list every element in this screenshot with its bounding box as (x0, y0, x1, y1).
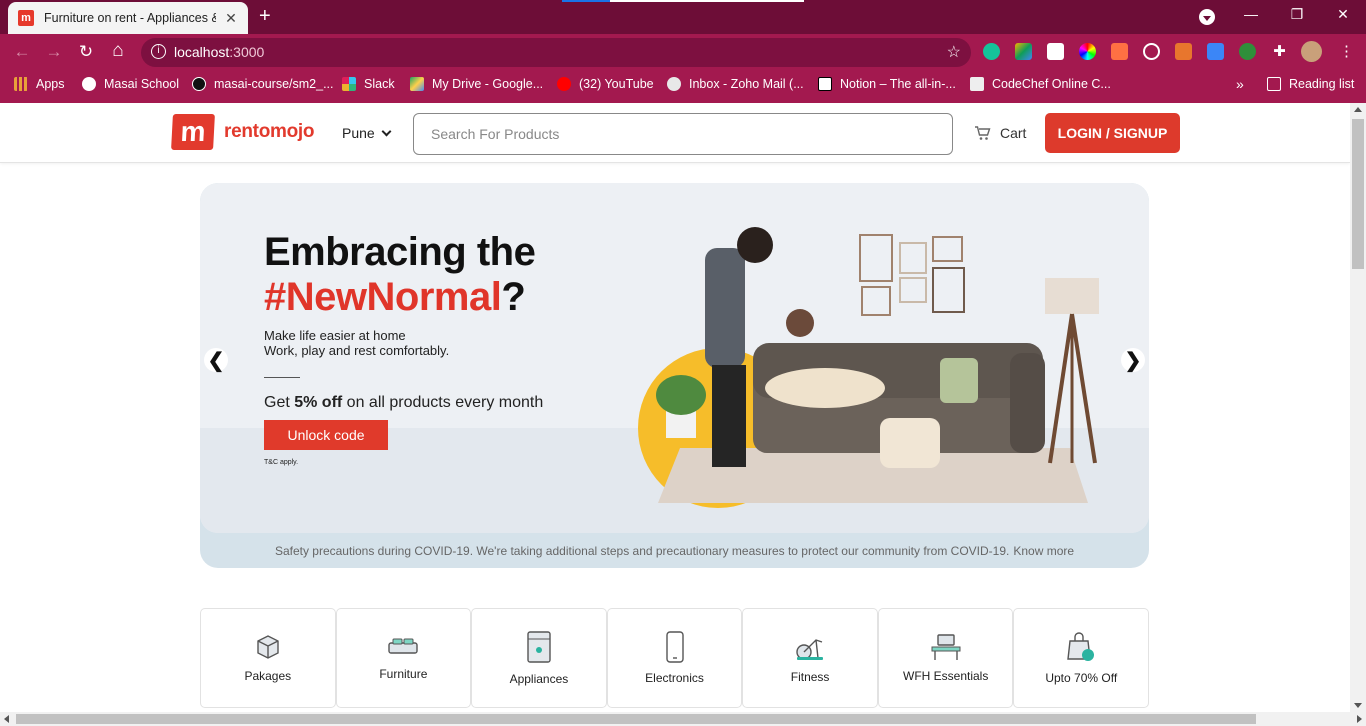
cart-icon (975, 126, 991, 140)
bookmarks-overflow-button[interactable]: » (1236, 76, 1244, 92)
grammarly-extension-icon[interactable] (983, 43, 1000, 60)
apps-grid-icon (14, 77, 28, 91)
browser-tab[interactable]: m Furniture on rent - Appliances & ✕ (8, 2, 248, 34)
google-drive-icon (410, 77, 424, 91)
desk-icon (931, 634, 961, 660)
category-wfh-essentials[interactable]: WFH Essentials (877, 608, 1014, 708)
package-box-icon (257, 635, 279, 659)
smartphone-icon (665, 631, 684, 663)
bookmark-notion[interactable]: Notion – The all-in-... (818, 77, 956, 91)
minimize-button[interactable]: — (1236, 6, 1266, 22)
reading-list-button[interactable]: Reading list (1267, 77, 1354, 91)
hero-headline: Embracing the (264, 230, 536, 274)
city-name: Pune (342, 125, 375, 141)
site-info-icon[interactable]: i (151, 44, 166, 59)
bookmark-google-drive[interactable]: My Drive - Google... (410, 77, 543, 91)
reading-list-icon (1267, 77, 1281, 91)
color-picker-extension-icon[interactable] (1079, 43, 1096, 60)
globe-icon (82, 77, 96, 91)
washing-machine-icon (527, 631, 551, 663)
category-electronics[interactable]: Electronics (606, 608, 743, 708)
login-signup-button[interactable]: LOGIN / SIGNUP (1045, 113, 1180, 153)
hero-subtitle: Make life easier at home Work, play and r… (264, 328, 450, 358)
tab-close-icon[interactable]: ✕ (222, 10, 240, 27)
reload-button[interactable]: ↻ (75, 42, 97, 62)
address-url: localhost:3000 (174, 44, 265, 60)
covid-notice: Safety precautions during COVID-19. We'r… (274, 543, 1075, 558)
extension-orange-icon[interactable] (1111, 43, 1128, 60)
bookmark-star-icon[interactable]: ☆ (947, 42, 961, 62)
hero-hashtag-line: #NewNormal? (264, 275, 526, 319)
bookmark-youtube[interactable]: (32) YouTube (557, 77, 654, 91)
notion-icon (818, 77, 832, 91)
vertical-scrollbar[interactable] (1350, 103, 1366, 712)
bookmark-slack[interactable]: Slack (342, 77, 395, 91)
extension-green-icon[interactable] (1239, 43, 1256, 60)
extension-on-badge-icon[interactable] (1175, 43, 1192, 60)
bookmark-codechef[interactable]: CodeChef Online C... (970, 77, 1111, 91)
web-page: m rentomojo Pune Cart LOGIN / SIGNUP (0, 103, 1350, 712)
address-bar[interactable]: i localhost:3000 ☆ (141, 38, 971, 67)
tab-title: Furniture on rent - Appliances & (44, 11, 216, 25)
bookmark-zoho-mail[interactable]: Inbox - Zoho Mail (... (667, 77, 804, 91)
bed-icon (388, 638, 419, 654)
chevron-down-icon (381, 126, 392, 136)
browser-toolbar: ← → ↻ ⌂ i localhost:3000 ☆ ✚ ⋮ (0, 34, 1366, 70)
carousel-next-icon[interactable]: ❯ (1121, 348, 1145, 372)
browser-title-bar: m Furniture on rent - Appliances & ✕ + —… (0, 0, 1366, 34)
unlock-code-button[interactable]: Unlock code (264, 420, 388, 450)
category-fitness[interactable]: Fitness (742, 608, 878, 708)
forward-button[interactable]: → (43, 42, 65, 62)
youtube-icon (557, 77, 571, 91)
extensions-puzzle-icon[interactable]: ✚ (1271, 43, 1288, 60)
text-extension-icon[interactable] (1047, 43, 1064, 60)
bookmark-masai-school[interactable]: Masai School (82, 77, 179, 91)
cart-link[interactable]: Cart (974, 125, 1026, 141)
category-appliances[interactable]: Appliances (471, 608, 607, 708)
know-more-link[interactable]: Know more (1013, 544, 1074, 558)
download-extension-icon[interactable] (1207, 43, 1224, 60)
hero-carousel: Embracing the #NewNormal? Make life easi… (200, 183, 1149, 568)
codechef-icon (970, 77, 984, 91)
horizontal-scrollbar[interactable] (0, 712, 1366, 726)
home-button[interactable]: ⌂ (107, 40, 129, 62)
category-furniture[interactable]: Furniture (335, 608, 472, 708)
discount-bag-icon (1067, 632, 1095, 661)
bookmark-github[interactable]: masai-course/sm2_... (192, 77, 333, 91)
category-packages[interactable]: Pakages (200, 608, 336, 708)
bookmark-apps[interactable]: Apps (14, 77, 65, 91)
rentomojo-logo[interactable]: m rentomojo (171, 114, 315, 150)
category-discount[interactable]: Upto 70% Off (1013, 608, 1150, 708)
profile-avatar[interactable] (1301, 41, 1322, 62)
category-row: Pakages Furniture Appliances Electronics… (200, 608, 1150, 708)
new-tab-button[interactable]: + (259, 6, 271, 26)
zoho-mail-icon (667, 77, 681, 91)
rentomojo-favicon-icon: m (18, 10, 34, 26)
back-button[interactable]: ← (11, 42, 33, 62)
logo-wordmark: rentomojo (224, 121, 315, 142)
logo-mark: m (171, 114, 215, 150)
hero-offer: Get 5% off on all products every month (264, 394, 544, 411)
exercise-bike-icon (796, 639, 824, 660)
restore-button[interactable]: ❐ (1282, 6, 1312, 23)
bookmarks-bar: Apps Masai School masai-course/sm2_... S… (0, 70, 1366, 103)
hero-divider (264, 377, 300, 378)
github-icon (192, 77, 206, 91)
browser-menu-icon[interactable]: ⋮ (1338, 43, 1355, 60)
city-selector[interactable]: Pune (342, 125, 392, 141)
carousel-prev-icon[interactable]: ❮ (204, 348, 228, 372)
extension-colorful-icon[interactable] (1015, 43, 1032, 60)
tab-strip-indicator (562, 0, 804, 2)
cart-label: Cart (1000, 125, 1027, 141)
slack-icon (342, 77, 356, 91)
tab-search-icon[interactable] (1199, 9, 1215, 25)
terms-note: T&C apply. (264, 459, 299, 466)
site-header: m rentomojo Pune Cart LOGIN / SIGNUP (0, 103, 1350, 163)
search-input[interactable] (413, 113, 953, 155)
close-window-button[interactable]: ✕ (1328, 6, 1358, 23)
hero-slide[interactable]: Embracing the #NewNormal? Make life easi… (200, 183, 1149, 533)
target-extension-icon[interactable] (1143, 43, 1160, 60)
